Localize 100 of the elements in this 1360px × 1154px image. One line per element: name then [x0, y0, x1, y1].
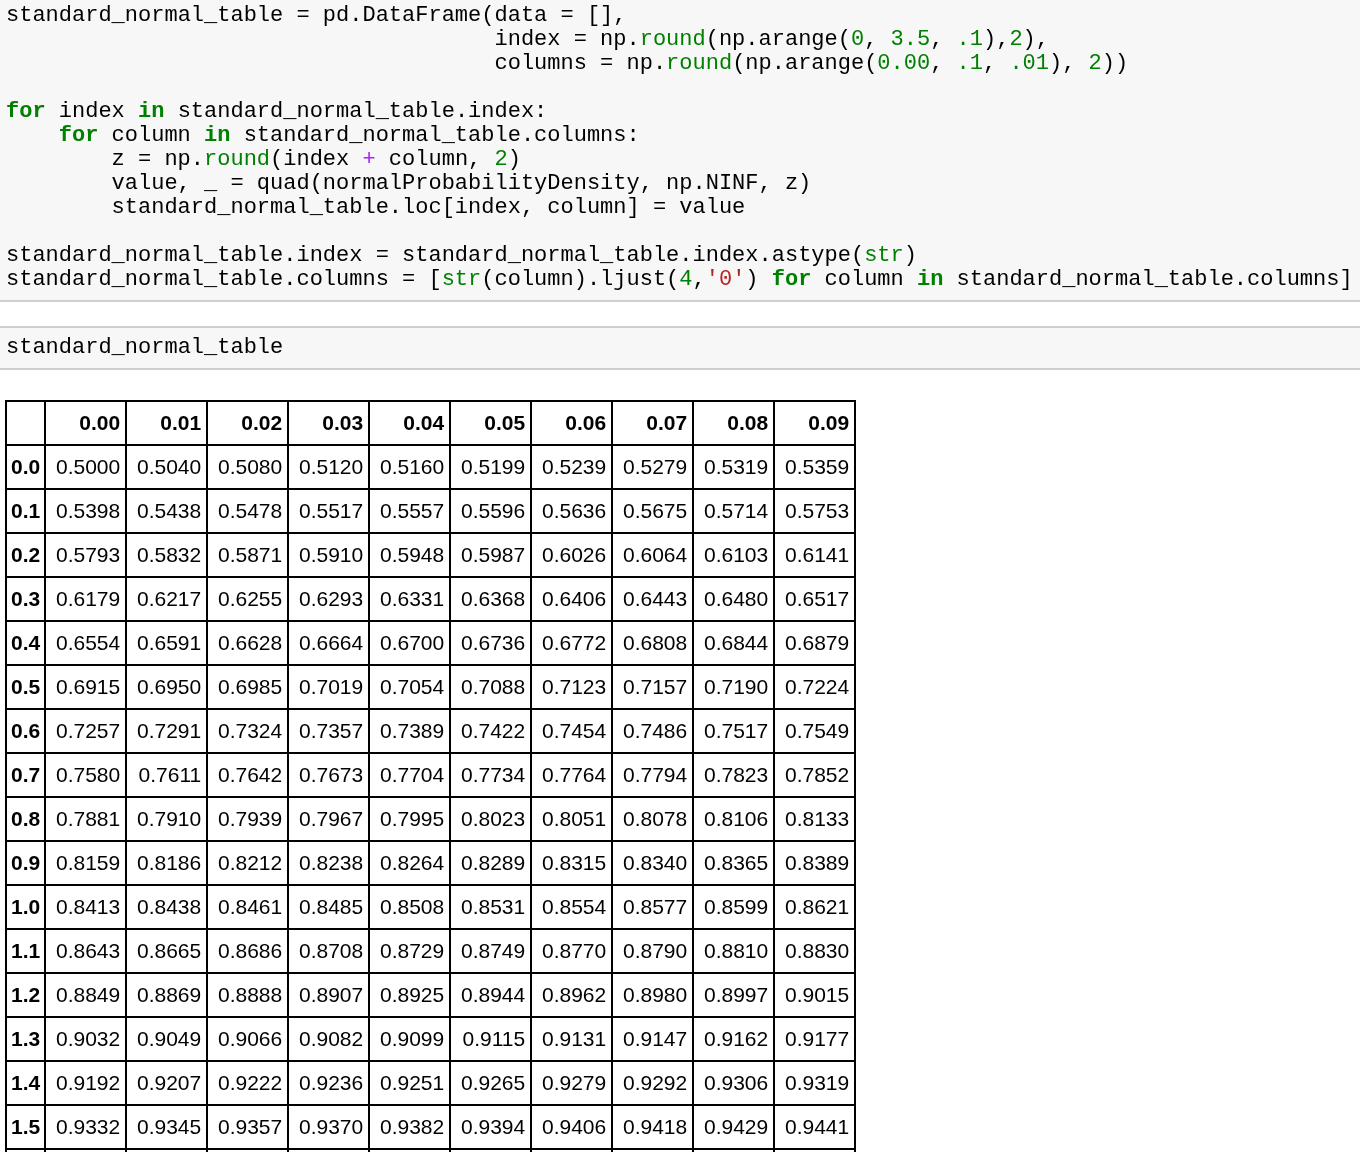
table-cell: 0.9265	[450, 1061, 532, 1105]
row-header: 0.1	[6, 489, 46, 533]
code-line: index = np.round(np.arange(0, 3.5, .1),2),	[493, 28, 1049, 52]
table-cell: 0.8238	[288, 841, 370, 885]
table-cell: 0.5478	[207, 489, 289, 533]
table-cell: 0.6700	[369, 621, 451, 665]
table-cell: 0.9292	[612, 1061, 694, 1105]
table-cell: 0.8289	[450, 841, 532, 885]
table-cell: 0.7291	[126, 709, 208, 753]
row-header: 1.1	[6, 929, 46, 973]
table-cell: 0.6406	[531, 577, 613, 621]
table-cell: 0.6141	[774, 533, 856, 577]
table-cell: 0.8770	[531, 929, 613, 973]
column-header: 0.04	[369, 401, 451, 445]
table-cell: 0.9099	[369, 1017, 451, 1061]
table-cell: 0.7704	[369, 753, 451, 797]
table-cell: 0.7881	[45, 797, 127, 841]
table-cell: 0.7157	[612, 665, 694, 709]
code-line: standard_normal_table.index = standard_normal_table.index.astype(str)	[6, 244, 917, 268]
table-cell: 0.8531	[450, 885, 532, 929]
table-cell: 0.5438	[126, 489, 208, 533]
row-header: 1.4	[6, 1061, 46, 1105]
table-cell: 0.8925	[369, 973, 451, 1017]
table-cell: 0.8264	[369, 841, 451, 885]
table-cell: 0.6064	[612, 533, 694, 577]
table-cell: 0.8554	[531, 885, 613, 929]
table-cell: 0.8888	[207, 973, 289, 1017]
code-line: standard_normal_table.columns = [str(column).ljust(4,'0') for column in standard_normal_table.columns]	[6, 268, 1353, 292]
table-cell: 0.5871	[207, 533, 289, 577]
table-cell: 0.8686	[207, 929, 289, 973]
column-header: 0.09	[774, 401, 856, 445]
table-cell: 0.8186	[126, 841, 208, 885]
column-header: 0.07	[612, 401, 694, 445]
table-cell: 0.9236	[288, 1061, 370, 1105]
table-cell: 0.7324	[207, 709, 289, 753]
table-cell: 0.8665	[126, 929, 208, 973]
table-cell: 0.9192	[45, 1061, 127, 1105]
table-cell: 0.8830	[774, 929, 856, 973]
table-cell: 0.8078	[612, 797, 694, 841]
table-cell: 0.7642	[207, 753, 289, 797]
table-cell: 0.8315	[531, 841, 613, 885]
table-cell: 0.6844	[693, 621, 775, 665]
table-cell: 0.6879	[774, 621, 856, 665]
table-cell: 0.9207	[126, 1061, 208, 1105]
table-cell: 0.5910	[288, 533, 370, 577]
table-cell: 0.6480	[693, 577, 775, 621]
table-cell: 0.9147	[612, 1017, 694, 1061]
table-cell: 0.8810	[693, 929, 775, 973]
table-cell: 0.9251	[369, 1061, 451, 1105]
table-cell: 0.5714	[693, 489, 775, 533]
table-cell: 0.7486	[612, 709, 694, 753]
table-cell: 0.6517	[774, 577, 856, 621]
table-cell: 0.8749	[450, 929, 532, 973]
table-cell: 0.7123	[531, 665, 613, 709]
table-cell: 0.5948	[369, 533, 451, 577]
row-header: 0.6	[6, 709, 46, 753]
table-cell: 0.8944	[450, 973, 532, 1017]
table-cell: 0.5319	[693, 445, 775, 489]
table-cell: 0.5279	[612, 445, 694, 489]
table-cell: 0.5557	[369, 489, 451, 533]
row-header: 1.0	[6, 885, 46, 929]
table-cell: 0.7549	[774, 709, 856, 753]
table-cell: 0.7611	[126, 753, 208, 797]
column-header: 0.01	[126, 401, 208, 445]
row-header: 0.8	[6, 797, 46, 841]
table-cell: 0.9279	[531, 1061, 613, 1105]
table-cell: 0.6628	[207, 621, 289, 665]
row-header: 0.4	[6, 621, 46, 665]
table-cell: 0.5517	[288, 489, 370, 533]
table-cell: 0.8023	[450, 797, 532, 841]
table-cell: 0.8212	[207, 841, 289, 885]
table-cell: 0.5080	[207, 445, 289, 489]
table-cell: 0.7995	[369, 797, 451, 841]
column-header: 0.03	[288, 401, 370, 445]
row-header: 0.9	[6, 841, 46, 885]
table-cell: 0.7517	[693, 709, 775, 753]
table-cell: 0.8980	[612, 973, 694, 1017]
table-cell: 0.6443	[612, 577, 694, 621]
code-line: for index in standard_normal_table.index:	[6, 100, 548, 124]
table-cell: 0.7823	[693, 753, 775, 797]
table-cell: 0.8708	[288, 929, 370, 973]
table-cell: 0.9015	[774, 973, 856, 1017]
table-cell: 0.8051	[531, 797, 613, 841]
table-cell: 0.5753	[774, 489, 856, 533]
table-cell: 0.5239	[531, 445, 613, 489]
table-cell: 0.8106	[693, 797, 775, 841]
table-cell: 0.8962	[531, 973, 613, 1017]
table-cell: 0.7910	[126, 797, 208, 841]
table-cell: 0.9345	[126, 1105, 208, 1149]
table-cell: 0.7019	[288, 665, 370, 709]
table-cell: 0.7389	[369, 709, 451, 753]
table-cell: 0.8365	[693, 841, 775, 885]
row-header: 0.5	[6, 665, 46, 709]
table-cell: 0.8599	[693, 885, 775, 929]
table-cell: 0.9066	[207, 1017, 289, 1061]
table-cell: 0.9418	[612, 1105, 694, 1149]
table-cell: 0.7967	[288, 797, 370, 841]
column-header: 0.05	[450, 401, 532, 445]
table-cell: 0.5359	[774, 445, 856, 489]
row-header: 0.0	[6, 445, 46, 489]
